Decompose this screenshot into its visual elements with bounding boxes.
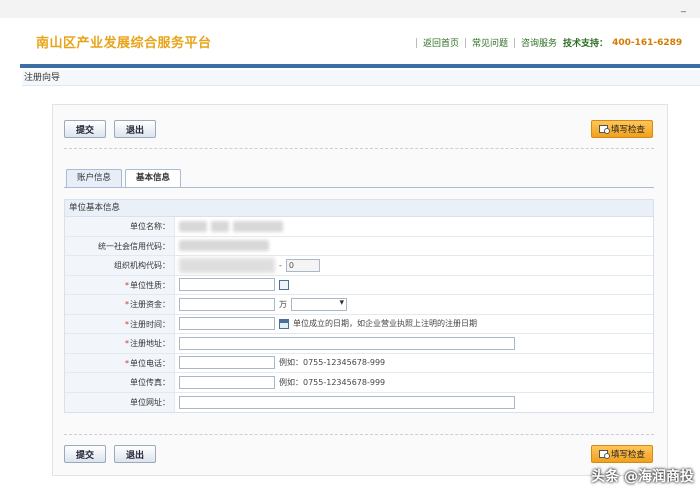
company-website-input[interactable] — [179, 395, 515, 409]
redacted-text — [179, 220, 207, 232]
minimize-button[interactable]: _ — [681, 2, 686, 13]
tab-account-info[interactable]: 账户信息 — [66, 169, 123, 187]
registration-date-label: *注册时间： — [65, 314, 175, 333]
row-company-phone: *单位电话： 例如：0755-12345678-999 — [65, 353, 653, 373]
org-code-input[interactable] — [179, 257, 275, 273]
check-form-label: 填写检查 — [610, 125, 645, 135]
exit-button-bottom[interactable]: 退出 — [114, 445, 156, 463]
capital-unit: 万 — [279, 299, 287, 309]
company-phone-label: *单位电话： — [65, 353, 175, 372]
company-phone-input[interactable] — [179, 356, 275, 370]
registered-capital-input[interactable] — [179, 297, 275, 311]
divider — [64, 148, 654, 149]
header-divider — [20, 64, 700, 68]
breadcrumb: 注册向导 — [22, 70, 700, 86]
company-nature-input[interactable] — [179, 278, 275, 292]
tab-underline — [64, 187, 654, 188]
row-company-website: 单位网址： — [65, 392, 653, 412]
fax-hint: 例如：0755-12345678-999 — [279, 377, 386, 387]
check-form-button[interactable]: 填写检查 — [591, 120, 653, 138]
check-icon — [598, 450, 610, 459]
tab-bar: 账户信息 基本信息 — [66, 169, 182, 188]
phone-hint: 例如：0755-12345678-999 — [279, 358, 386, 368]
registered-capital-label: *注册资金： — [65, 295, 175, 314]
registered-address-label: *注册地址： — [65, 334, 175, 353]
row-org-code: 组织机构代码： - 0 — [65, 256, 653, 276]
window-top-strip: _ — [0, 0, 700, 18]
lookup-icon[interactable] — [279, 279, 289, 290]
company-nature-label: *单位性质： — [65, 275, 175, 294]
support-label: 技术支持： — [563, 39, 609, 49]
top-links: 返回首页 常见问题 咨询服务 技术支持： 400-161-6289 — [410, 36, 682, 49]
exit-button[interactable]: 退出 — [114, 120, 156, 138]
consult-link[interactable]: 咨询服务 — [521, 36, 557, 49]
company-website-label: 单位网址： — [65, 392, 175, 412]
org-code-label: 组织机构代码： — [65, 256, 175, 275]
company-name-label: 单位名称： — [65, 217, 175, 236]
row-company-name: 单位名称： — [65, 217, 653, 237]
company-info-form: 单位基本信息 单位名称： 统一社会信用代码： 组织机构代码： - 0 *单位性质… — [64, 199, 654, 413]
section-title: 单位基本信息 — [65, 200, 653, 217]
registration-date-input[interactable] — [179, 317, 275, 331]
watermark: 头条 @海润商投 — [591, 469, 694, 485]
row-registration-date: *注册时间： 单位成立的日期，如企业营业执照上注明的注册日期 — [65, 314, 653, 334]
credit-code-label: 统一社会信用代码： — [65, 236, 175, 255]
row-registered-capital: *注册资金： 万 — [65, 295, 653, 315]
registration-date-hint: 单位成立的日期，如企业营业执照上注明的注册日期 — [293, 319, 477, 329]
org-code-suffix-input[interactable]: 0 — [285, 258, 320, 272]
registered-address-input[interactable] — [179, 336, 515, 350]
row-company-nature: *单位性质： — [65, 275, 653, 295]
support-phone: 400-161-6289 — [612, 37, 683, 48]
submit-button-bottom[interactable]: 提交 — [64, 445, 106, 463]
redacted-text — [233, 220, 283, 232]
row-credit-code: 统一社会信用代码： — [65, 236, 653, 256]
check-icon — [598, 125, 610, 134]
check-form-button-bottom[interactable]: 填写检查 — [591, 445, 653, 463]
calendar-icon[interactable] — [279, 318, 289, 329]
submit-button[interactable]: 提交 — [64, 120, 106, 138]
site-header: 南山区产业发展综合服务平台 返回首页 常见问题 咨询服务 技术支持： 400-1… — [0, 26, 700, 56]
row-company-fax: 单位传真： 例如：0755-12345678-999 — [65, 373, 653, 393]
faq-link[interactable]: 常见问题 — [472, 36, 508, 49]
divider — [64, 434, 654, 435]
currency-select[interactable] — [291, 297, 347, 311]
tab-basic-info[interactable]: 基本信息 — [125, 169, 182, 188]
home-link[interactable]: 返回首页 — [423, 36, 459, 49]
check-form-label: 填写检查 — [610, 450, 645, 460]
redacted-text — [211, 220, 229, 232]
row-registered-address: *注册地址： — [65, 334, 653, 354]
company-fax-input[interactable] — [179, 375, 275, 389]
redacted-text — [179, 240, 269, 252]
company-fax-label: 单位传真： — [65, 373, 175, 392]
site-title: 南山区产业发展综合服务平台 — [36, 36, 212, 51]
